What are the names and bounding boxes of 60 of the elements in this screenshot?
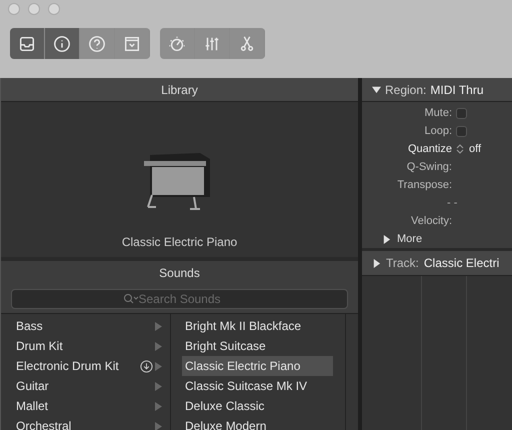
parameter-label: Transpose: — [396, 178, 452, 193]
patch-item[interactable]: Deluxe Modern — [182, 416, 333, 430]
more-label[interactable]: More — [397, 230, 422, 248]
parameter-label: Q-Swing: — [406, 160, 452, 175]
chevron-right-icon — [155, 402, 162, 410]
parameter-label: Velocity: — [410, 214, 452, 229]
category-item[interactable]: Guitar — [1, 376, 170, 396]
region-label: Region: — [385, 82, 426, 98]
toolbar-button[interactable] — [195, 28, 230, 59]
toolbar-button[interactable] — [45, 28, 80, 59]
disclosure-triangle-icon[interactable] — [382, 234, 391, 244]
toolbar-button[interactable] — [115, 28, 150, 59]
checkbox[interactable] — [456, 108, 467, 118]
window-icon — [123, 34, 141, 52]
knob-icon — [168, 34, 186, 52]
help-icon — [88, 34, 106, 52]
toolbar-button[interactable] — [230, 28, 265, 59]
category-item[interactable]: Drum Kit — [1, 336, 170, 356]
chevron-right-icon — [155, 422, 162, 430]
patch-item[interactable]: Deluxe Classic — [182, 396, 333, 416]
download-icon[interactable] — [140, 360, 153, 372]
sounds-header: Sounds — [1, 261, 358, 285]
chevron-right-icon — [155, 322, 162, 330]
category-item[interactable]: Mallet — [1, 396, 170, 416]
library-header: Library — [1, 78, 358, 102]
parameter-label: Quantize — [406, 142, 452, 157]
search-field[interactable]: Search Sounds — [11, 289, 348, 309]
category-item[interactable]: Bass — [1, 316, 170, 336]
mixer-icon — [203, 34, 221, 52]
stepper-icon[interactable] — [456, 144, 464, 154]
region-name: MIDI Thru — [430, 82, 484, 98]
quantize-value[interactable]: off — [469, 140, 482, 158]
patch-item[interactable]: Bright Suitcase — [182, 336, 333, 356]
patch-item[interactable]: Bright Mk II Blackface — [182, 316, 333, 336]
toolbar-button[interactable] — [160, 28, 195, 59]
disclosure-triangle-icon[interactable] — [372, 258, 381, 268]
track-label: Track: — [386, 255, 419, 272]
category-item[interactable]: Orchestral — [1, 416, 170, 430]
window-control-icon[interactable] — [8, 3, 20, 15]
parameter-label: Loop: — [423, 124, 452, 139]
checkbox[interactable] — [456, 126, 467, 136]
parameter-label: Mute: — [423, 106, 452, 121]
scissors-icon — [238, 34, 256, 52]
toolbar-button[interactable] — [80, 28, 115, 59]
search-icon — [123, 293, 139, 305]
category-item[interactable]: Electronic Drum Kit — [1, 356, 170, 376]
value-text: - - — [447, 196, 458, 211]
patch-item[interactable]: Classic Electric Piano — [182, 356, 333, 376]
disclosure-triangle-icon[interactable] — [372, 85, 381, 94]
patch-name: Classic Electric Piano — [122, 234, 238, 251]
window-control-icon[interactable] — [28, 3, 40, 15]
window-control-icon[interactable] — [48, 3, 60, 15]
chevron-right-icon — [155, 362, 162, 370]
chevron-right-icon — [155, 342, 162, 350]
patch-item[interactable]: Classic Suitcase Mk IV — [182, 376, 333, 396]
tray-icon — [18, 34, 36, 52]
track-name: Classic Electri — [424, 255, 500, 272]
chevron-right-icon — [155, 382, 162, 390]
toolbar-button[interactable] — [10, 28, 45, 59]
info-icon — [53, 34, 71, 52]
